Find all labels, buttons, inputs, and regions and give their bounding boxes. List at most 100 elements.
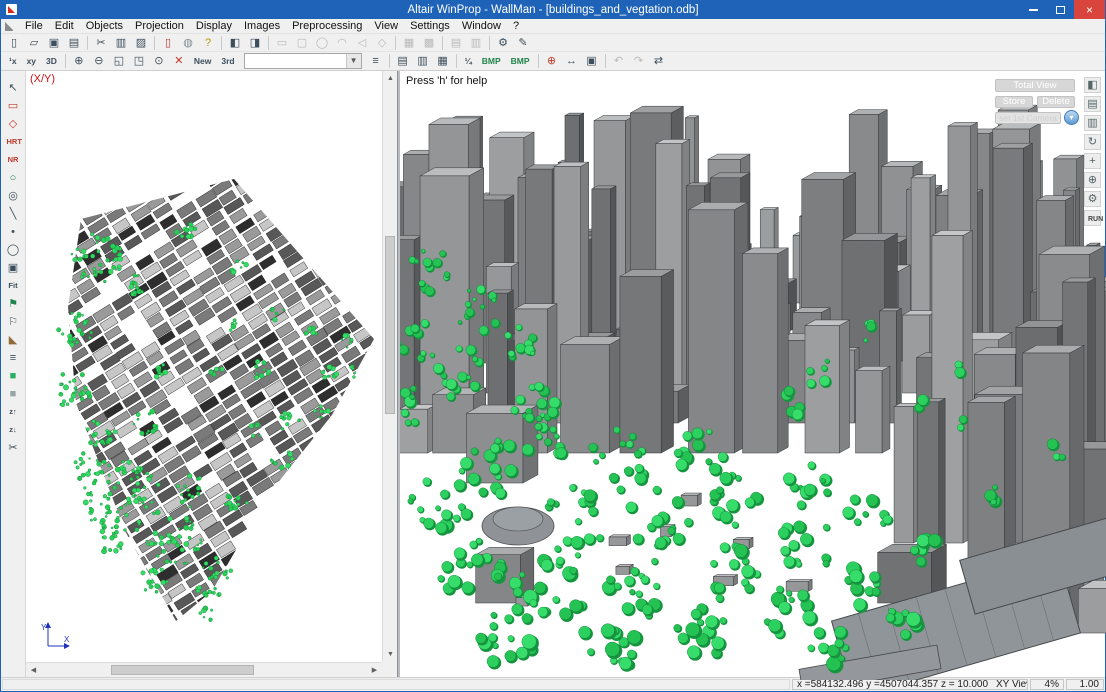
run-button[interactable]: RUN — [1084, 210, 1101, 226]
scroll-left-icon[interactable]: ◀ — [26, 663, 41, 678]
projection-label: (X/Y) — [30, 73, 55, 85]
view-2d-button[interactable]: ◧ — [226, 35, 244, 51]
zoom-extents-button[interactable]: ◳ — [130, 53, 148, 69]
draw-tower-button[interactable]: ◎ — [3, 187, 24, 204]
flag-start-button[interactable]: ⚑ — [3, 295, 24, 312]
draw-building-button[interactable]: ▭ — [3, 97, 24, 114]
new-window-button[interactable]: New — [190, 53, 215, 69]
menu-images[interactable]: Images — [238, 19, 286, 34]
view-side-button[interactable]: ▥ — [1084, 115, 1101, 131]
menu-window[interactable]: Window — [456, 19, 507, 34]
settings-gear-button[interactable]: ⚙ — [494, 35, 512, 51]
edit-pencil-button[interactable]: ✎ — [514, 35, 532, 51]
export-bmp-1-button[interactable]: BMP — [478, 53, 505, 69]
draw-courtyard-button[interactable]: ◇ — [3, 115, 24, 132]
zoom-selected-button[interactable]: ⊙ — [150, 53, 168, 69]
layer-combo[interactable]: ▼ — [244, 53, 362, 69]
z-down-button[interactable]: z↓ — [3, 421, 24, 438]
camera-select[interactable]: set 1st Camera — [995, 112, 1061, 124]
menu-edit[interactable]: Edit — [49, 19, 80, 34]
zoom-out-button[interactable]: ⊖ — [90, 53, 108, 69]
image-overlay-1-button[interactable]: ▤ — [394, 53, 412, 69]
menu-help[interactable]: ? — [507, 19, 525, 34]
image-overlay-3-button[interactable]: ▦ — [434, 53, 452, 69]
new-file-button[interactable]: ▯ — [5, 35, 23, 51]
total-view-button[interactable]: Total View — [995, 79, 1075, 92]
rotate-3d-button[interactable]: ↻ — [1084, 134, 1101, 150]
menu-preprocessing[interactable]: Preprocessing — [286, 19, 368, 34]
view-3d-canvas[interactable] — [400, 71, 1106, 680]
material-vegetation-button[interactable]: ■ — [3, 367, 24, 384]
map-2d-pane[interactable]: (X/Y) Y X ▲ ▼ ◀ ▶ — [26, 71, 398, 677]
pan-horizontal-button[interactable]: ⇄ — [650, 53, 668, 69]
delete-zoom-button[interactable]: ✕ — [170, 53, 188, 69]
quarter-view-button[interactable]: ¼ — [461, 53, 476, 69]
store-button[interactable]: Store — [995, 96, 1033, 108]
chevron-down-icon[interactable]: ▼ — [346, 54, 361, 68]
image-overlay-2-button[interactable]: ▥ — [414, 53, 432, 69]
open-file-button[interactable]: ▱ — [25, 35, 43, 51]
mode-3d-button[interactable]: 3D — [42, 53, 61, 69]
nr-mode-button[interactable]: NR — [3, 151, 24, 168]
fill-material-button[interactable]: ◣ — [3, 331, 24, 348]
print-button[interactable]: ▤ — [65, 35, 83, 51]
horizontal-scroll-thumb[interactable] — [111, 665, 253, 675]
screen-button[interactable]: ▣ — [583, 53, 601, 69]
material-building-button[interactable]: ■ — [3, 385, 24, 402]
layer-stack-button[interactable]: ≡ — [3, 349, 24, 366]
cut-button[interactable]: ✂ — [92, 35, 110, 51]
draw-line-button[interactable]: ╲ — [3, 205, 24, 222]
vertical-scrollbar[interactable]: ▲ ▼ — [382, 71, 397, 662]
local-coords-button[interactable]: ¹x — [5, 53, 21, 69]
export-bmp-2-button[interactable]: BMP — [507, 53, 534, 69]
delete-object-button[interactable]: ▯ — [159, 35, 177, 51]
menu-objects[interactable]: Objects — [80, 19, 129, 34]
third-view-button[interactable]: 3rd — [217, 53, 238, 69]
fit-button[interactable]: Fit — [3, 277, 24, 294]
cut-objects-button[interactable]: ✂ — [3, 439, 24, 456]
zoom-window-button[interactable]: ◱ — [110, 53, 128, 69]
delete-button[interactable]: Delete — [1037, 96, 1075, 108]
origin-marker-button[interactable]: ⊕ — [543, 53, 561, 69]
close-button[interactable]: × — [1074, 0, 1105, 19]
z-up-button[interactable]: z↑ — [3, 403, 24, 420]
minimize-button[interactable] — [1020, 0, 1047, 19]
pan-3d-button[interactable]: + — [1084, 153, 1101, 169]
global-coords-button[interactable]: xy — [23, 53, 40, 69]
draw-point-button[interactable]: • — [3, 223, 24, 240]
select-button[interactable]: ↖ — [3, 79, 24, 96]
paste-button[interactable]: ▨ — [132, 35, 150, 51]
menu-view[interactable]: View — [368, 19, 404, 34]
fit-icon: Fit — [8, 281, 17, 290]
maximize-button[interactable] — [1047, 0, 1074, 19]
view-orientation-button[interactable]: ◧ — [1084, 77, 1101, 93]
menu-projection[interactable]: Projection — [129, 19, 190, 34]
map-2d-canvas[interactable] — [26, 71, 383, 665]
view-3d-pane[interactable]: Press 'h' for help Total View Store Dele… — [400, 71, 1105, 677]
view-top-button[interactable]: ▤ — [1084, 96, 1101, 112]
menu-display[interactable]: Display — [190, 19, 238, 34]
extrude-button[interactable]: ▣ — [3, 259, 24, 276]
zoom-in-button[interactable]: ⊕ — [70, 53, 88, 69]
menu-file[interactable]: File — [19, 19, 49, 34]
zoom-3d-button[interactable]: ⊕ — [1084, 172, 1101, 188]
camera-toggle-button[interactable]: ▾ — [1064, 110, 1079, 125]
hrt-mode-button[interactable]: HRT — [3, 133, 24, 150]
layer-list-button[interactable]: ≡ — [367, 53, 385, 69]
save-file-button[interactable]: ▣ — [45, 35, 63, 51]
measure-button[interactable]: ↔ — [563, 53, 581, 69]
draw-circle-button[interactable]: ◯ — [3, 241, 24, 258]
help-button[interactable]: ? — [199, 35, 217, 51]
flag-end-button[interactable]: ⚐ — [3, 313, 24, 330]
menu-settings[interactable]: Settings — [404, 19, 456, 34]
copy-button[interactable]: ▥ — [112, 35, 130, 51]
vertical-scroll-thumb[interactable] — [385, 236, 395, 413]
settings-3d-button[interactable]: ⚙ — [1084, 191, 1101, 207]
database-button[interactable]: ◍ — [179, 35, 197, 51]
horizontal-scrollbar[interactable]: ◀ ▶ — [26, 662, 382, 677]
view-3d-button[interactable]: ◨ — [246, 35, 264, 51]
scroll-down-icon[interactable]: ▼ — [383, 647, 398, 662]
scroll-up-icon[interactable]: ▲ — [383, 71, 398, 86]
scroll-right-icon[interactable]: ▶ — [367, 663, 382, 678]
draw-vegetation-button[interactable]: ○ — [3, 169, 24, 186]
